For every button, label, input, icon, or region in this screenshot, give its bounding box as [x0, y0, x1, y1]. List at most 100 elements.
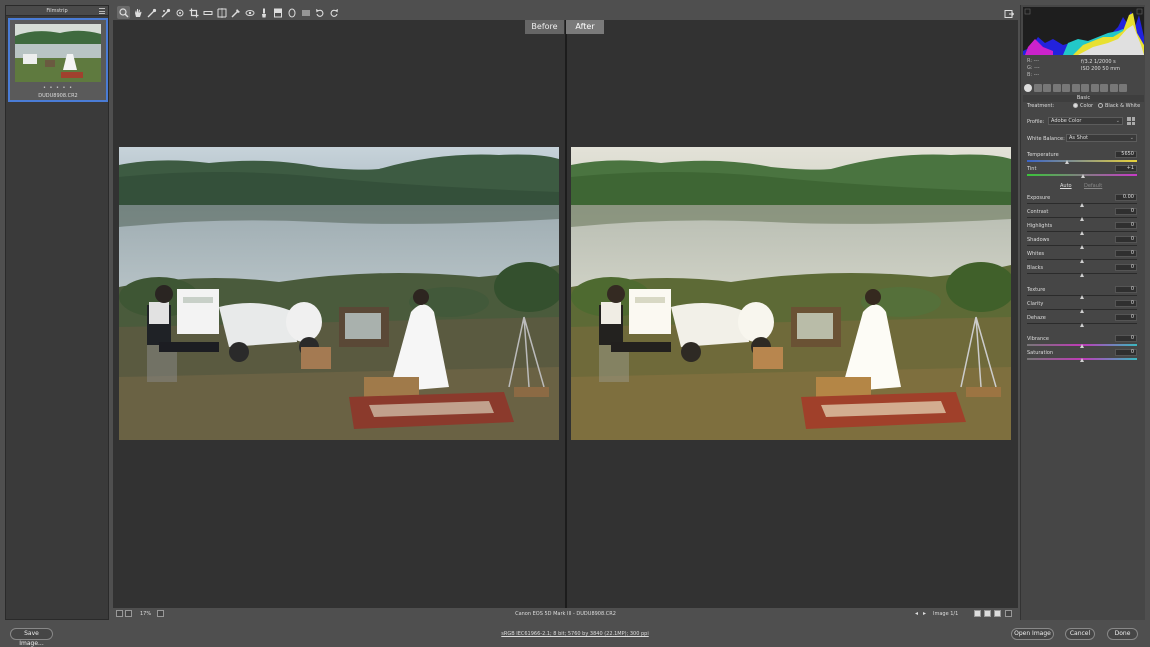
done-button[interactable]: Done: [1107, 628, 1138, 640]
transform-icon[interactable]: [215, 6, 228, 19]
clarity-slider-thumb[interactable]: [1080, 309, 1084, 313]
profile-browser-icon[interactable]: [1127, 117, 1135, 125]
image-viewer[interactable]: Before After: [113, 20, 1018, 608]
detail-tab-icon[interactable]: [1043, 83, 1051, 92]
lens-tab-icon[interactable]: [1071, 83, 1080, 92]
adjustment-brush-icon[interactable]: [257, 6, 270, 19]
metadata-tab-icon[interactable]: [1119, 83, 1127, 92]
open-image-button[interactable]: Open Image: [1011, 628, 1054, 640]
highlights-value-field[interactable]: 0: [1115, 222, 1137, 229]
exposure-slider-thumb[interactable]: [1080, 203, 1084, 207]
whites-slider-thumb[interactable]: [1080, 259, 1084, 263]
hand-icon[interactable]: [131, 6, 144, 19]
basic-tab-icon[interactable]: [1024, 83, 1032, 92]
split-toning-tab-icon[interactable]: [1062, 83, 1070, 92]
red-eye-icon[interactable]: [243, 6, 256, 19]
zoom-icon[interactable]: [117, 6, 130, 19]
filmstrip-header: Filmstrip: [6, 6, 108, 16]
white-balance-dropdown[interactable]: As Shot ⌄: [1066, 134, 1137, 142]
fullscreen-icon[interactable]: [1002, 7, 1015, 20]
targeted-adjust-icon[interactable]: [173, 6, 186, 19]
graduated-filter-icon[interactable]: [271, 6, 284, 19]
white-balance-icon[interactable]: [145, 6, 158, 19]
chevron-down-icon: ⌄: [1115, 118, 1120, 124]
exposure-value-field[interactable]: 0.00: [1115, 194, 1137, 201]
blacks-value-field[interactable]: 0: [1115, 264, 1137, 271]
auto-button[interactable]: Auto: [1060, 183, 1072, 189]
treatment-color-radio[interactable]: [1073, 103, 1078, 108]
status-bar: 17% Canon EOS 5D Mark III - DUDU8908.CR2…: [113, 608, 1018, 620]
section-title: Basic: [1023, 95, 1144, 102]
iso-focal: ISO 200 50 mm: [1081, 66, 1120, 72]
texture-value-field[interactable]: 0: [1115, 286, 1137, 293]
saturation-label: Saturation: [1027, 350, 1054, 356]
rgb-readout: R: --- G: --- B: ---: [1027, 58, 1040, 78]
thumbnail-filename: DUDU8908.CR2: [38, 93, 78, 99]
treatment-bw-radio[interactable]: [1098, 103, 1103, 108]
before-after-toggle-icon[interactable]: [984, 610, 991, 617]
toggle-settings-icon[interactable]: [1005, 610, 1012, 617]
temperature-value-field[interactable]: 5650: [1115, 151, 1137, 158]
view-toggle-icon[interactable]: [974, 610, 981, 617]
shadows-slider-thumb[interactable]: [1080, 245, 1084, 249]
before-label: Before: [525, 20, 564, 34]
toolbar: [113, 5, 1018, 20]
radial-filter-icon[interactable]: [285, 6, 298, 19]
swap-settings-icon[interactable]: [994, 610, 1001, 617]
profile-label: Profile:: [1027, 119, 1045, 125]
profile-dropdown[interactable]: Adobe Color ⌄: [1048, 117, 1123, 125]
prev-image-icon[interactable]: ◂: [915, 610, 918, 617]
chevron-down-icon: ⌄: [1129, 135, 1134, 141]
rating-stars[interactable]: • • • • •: [10, 85, 106, 91]
texture-slider-thumb[interactable]: [1080, 295, 1084, 299]
tone-curve-tab-icon[interactable]: [1033, 83, 1042, 92]
temperature-slider-thumb[interactable]: [1064, 160, 1069, 164]
preferences-icon[interactable]: [299, 6, 312, 19]
contrast-slider-thumb[interactable]: [1080, 217, 1084, 221]
contrast-label: Contrast: [1027, 209, 1049, 215]
shadows-value-field[interactable]: 0: [1115, 236, 1137, 243]
vibrance-slider-thumb[interactable]: [1080, 344, 1084, 348]
saturation-value-field[interactable]: 0: [1115, 349, 1137, 356]
exif-readout: f/3.2 1/2000 s ISO 200 50 mm: [1081, 59, 1120, 73]
workflow-options-link[interactable]: sRGB IEC61966-2.1; 8 bit; 5760 by 3840 (…: [0, 631, 1150, 637]
tint-value-field[interactable]: +1: [1115, 165, 1137, 172]
spot-removal-icon[interactable]: [229, 6, 242, 19]
hsl-tab-icon[interactable]: [1052, 83, 1061, 92]
presets-tab-icon[interactable]: [1100, 83, 1108, 92]
tint-slider-thumb[interactable]: [1081, 174, 1086, 178]
contrast-value-field[interactable]: 0: [1115, 208, 1137, 215]
calibration-tab-icon[interactable]: [1090, 83, 1099, 92]
temperature-slider-track[interactable]: [1027, 160, 1137, 162]
filmstrip-thumbnail[interactable]: • • • • • DUDU8908.CR2: [8, 18, 108, 102]
dehaze-label: Dehaze: [1027, 315, 1046, 321]
bottom-bar: Save Image... sRGB IEC61966-2.1; 8 bit; …: [0, 622, 1150, 647]
after-photo[interactable]: [571, 147, 1011, 440]
blacks-slider-thumb[interactable]: [1080, 273, 1084, 277]
dehaze-slider-thumb[interactable]: [1080, 323, 1084, 327]
snapshots-tab-icon[interactable]: [1109, 83, 1118, 92]
clarity-label: Clarity: [1027, 301, 1044, 307]
before-photo[interactable]: [119, 147, 559, 440]
color-sampler-icon[interactable]: [159, 6, 172, 19]
fx-tab-icon[interactable]: [1081, 83, 1089, 92]
cancel-button[interactable]: Cancel: [1065, 628, 1095, 640]
highlights-slider-thumb[interactable]: [1080, 231, 1084, 235]
default-button[interactable]: Default: [1084, 183, 1102, 189]
crop-icon[interactable]: [187, 6, 200, 19]
rotate-right-icon[interactable]: [327, 6, 340, 19]
vibrance-value-field[interactable]: 0: [1115, 335, 1137, 342]
panel-menu-icon[interactable]: [99, 8, 105, 14]
tint-label: Tint: [1027, 166, 1037, 172]
clarity-value-field[interactable]: 0: [1115, 300, 1137, 307]
rotate-left-icon[interactable]: [313, 6, 326, 19]
aperture-shutter: f/3.2 1/2000 s: [1081, 59, 1116, 65]
highlights-label: Highlights: [1027, 223, 1053, 229]
saturation-slider-thumb[interactable]: [1080, 358, 1084, 362]
dehaze-value-field[interactable]: 0: [1115, 314, 1137, 321]
temperature-label: Temperature: [1027, 152, 1059, 158]
vibrance-label: Vibrance: [1027, 336, 1049, 342]
next-image-icon[interactable]: ▸: [923, 610, 926, 617]
whites-value-field[interactable]: 0: [1115, 250, 1137, 257]
straighten-icon[interactable]: [201, 6, 214, 19]
